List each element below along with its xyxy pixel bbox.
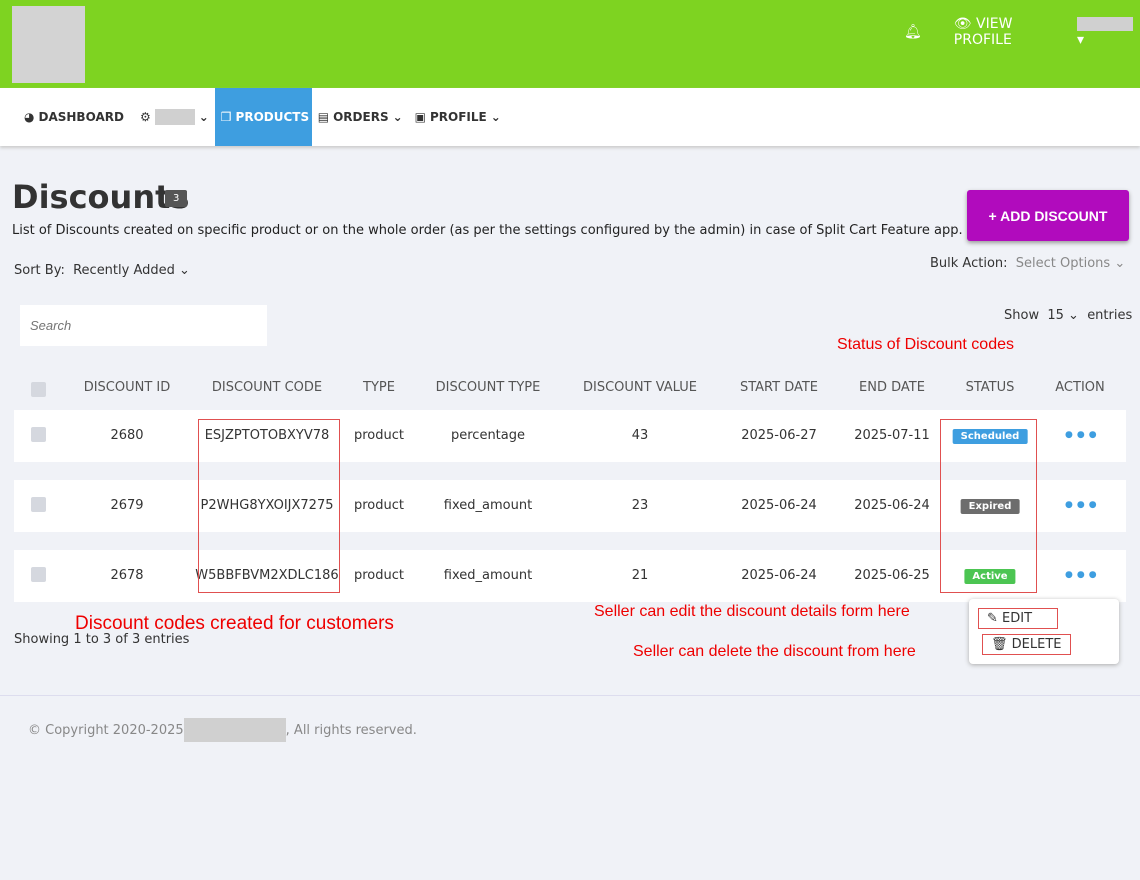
gear-icon: ⚙ xyxy=(139,110,151,124)
top-bar: 🔔︎ 👁︎ VIEW PROFILE ▾ xyxy=(0,0,1140,88)
cell-value: 21 xyxy=(631,568,649,583)
cell-end: 2025-06-25 xyxy=(854,568,930,583)
id-card-icon: ▣ xyxy=(414,110,426,124)
delete-label: DELETE xyxy=(1011,637,1062,652)
delete-menu-item[interactable]: 🗑︎ DELETE xyxy=(982,634,1071,655)
column-header[interactable]: START DATE xyxy=(740,380,818,395)
eye-icon: 👁︎ xyxy=(953,16,972,32)
nav-label: PROFILE xyxy=(430,110,487,124)
bulk-select[interactable]: Select Options xyxy=(1016,256,1110,271)
highlight-status xyxy=(940,419,1037,593)
pencil-icon: ✎ xyxy=(987,611,998,626)
column-header[interactable]: ACTION xyxy=(1055,380,1104,395)
count-badge: 3 xyxy=(165,190,188,207)
copyright: © Copyright 2020-2025 , All rights reserv… xyxy=(28,718,417,742)
dashboard-icon: ◕ xyxy=(24,110,35,124)
cell-id: 2680 xyxy=(110,428,144,443)
nav-settings[interactable]: ⚙ ⌄ xyxy=(134,88,215,146)
more-actions-icon[interactable]: ●●● xyxy=(1065,500,1101,510)
user-menu[interactable]: ▾ xyxy=(1076,16,1140,48)
search-input[interactable] xyxy=(20,305,267,346)
nav-profile[interactable]: ▣ PROFILE ⌄ xyxy=(409,88,507,146)
main-nav: ◕ DASHBOARD ⚙ ⌄ ❒ PRODUCTS ⌄ ▤ ORDERS ⌄ ▣ PROFI… xyxy=(0,88,1140,146)
copyright-prefix: © Copyright 2020-2025 xyxy=(28,722,184,738)
bell-icon[interactable]: 🔔︎ xyxy=(904,24,922,40)
nav-dashboard[interactable]: ◕ DASHBOARD xyxy=(18,88,130,146)
page-description: List of Discounts created on specific pr… xyxy=(12,223,963,238)
annotation-status: Status of Discount codes xyxy=(837,336,1014,353)
cell-type: product xyxy=(353,568,405,583)
cell-id: 2679 xyxy=(110,498,144,513)
annotation-edit: Seller can edit the discount details for… xyxy=(594,603,910,620)
cell-type: product xyxy=(353,428,405,443)
cell-end: 2025-07-11 xyxy=(854,428,930,443)
nav-orders[interactable]: ▤ ORDERS ⌄ xyxy=(312,88,409,146)
chevron-down-icon: ⌄ xyxy=(392,110,403,124)
cell-value: 43 xyxy=(631,428,649,443)
cell-start: 2025-06-27 xyxy=(741,428,817,443)
action-menu: ✎ EDIT 🗑︎ DELETE xyxy=(969,599,1119,664)
bulk-action[interactable]: Bulk Action: Select Options ⌄ xyxy=(930,256,1125,271)
cell-dtype: percentage xyxy=(450,428,526,443)
annotation-delete: Seller can delete the discount from here xyxy=(633,643,916,660)
column-header[interactable]: END DATE xyxy=(859,380,925,395)
cell-start: 2025-06-24 xyxy=(741,568,817,583)
highlight-codes xyxy=(198,419,340,593)
cell-type: product xyxy=(353,498,405,513)
entries-selector[interactable]: Show 15 ⌄ entries xyxy=(1004,308,1132,323)
sort-select[interactable]: Recently Added xyxy=(73,263,175,278)
copyright-suffix: , All rights reserved. xyxy=(285,722,417,738)
edit-label: EDIT xyxy=(1002,611,1033,626)
cell-dtype: fixed_amount xyxy=(443,568,533,583)
chevron-down-icon: ⌄ xyxy=(198,110,209,124)
cell-dtype: fixed_amount xyxy=(443,498,533,513)
entries-label: entries xyxy=(1087,308,1133,323)
trash-icon: 🗑︎ xyxy=(991,637,1008,652)
nav-products[interactable]: ❒ PRODUCTS ⌄ xyxy=(214,88,323,146)
more-actions-icon[interactable]: ●●● xyxy=(1065,430,1101,440)
nav-label: PRODUCTS xyxy=(235,110,310,124)
row-checkbox[interactable] xyxy=(31,427,46,442)
column-header[interactable]: DISCOUNT VALUE xyxy=(583,380,697,395)
sort-label: Sort By: xyxy=(14,263,65,278)
more-actions-icon[interactable]: ●●● xyxy=(1065,570,1101,580)
chevron-down-icon: ⌄ xyxy=(179,263,190,278)
chevron-down-icon: ⌄ xyxy=(1114,256,1126,271)
show-label: Show xyxy=(1004,308,1040,323)
column-header[interactable]: STATUS xyxy=(966,380,1015,395)
cell-value: 23 xyxy=(631,498,649,513)
entries-select[interactable]: 15 xyxy=(1047,308,1064,323)
view-profile-link[interactable]: 👁︎ VIEW PROFILE xyxy=(954,16,1067,48)
edit-menu-item[interactable]: ✎ EDIT xyxy=(978,608,1058,629)
nav-label: ORDERS xyxy=(333,110,389,124)
footer-divider xyxy=(0,695,1140,696)
cell-start: 2025-06-24 xyxy=(741,498,817,513)
select-all-checkbox[interactable] xyxy=(31,382,46,397)
column-header[interactable]: DISCOUNT CODE xyxy=(212,380,322,395)
table-info: Showing 1 to 3 of 3 entries xyxy=(14,632,190,647)
column-header[interactable]: TYPE xyxy=(363,380,395,395)
row-checkbox[interactable] xyxy=(31,497,46,512)
column-header[interactable]: DISCOUNT TYPE xyxy=(436,380,541,395)
page-title: Discounts xyxy=(12,178,190,216)
column-header[interactable]: DISCOUNT ID xyxy=(84,380,171,395)
logo xyxy=(12,6,85,83)
orders-icon: ▤ xyxy=(317,110,330,124)
nav-label: DASHBOARD xyxy=(38,110,124,124)
row-checkbox[interactable] xyxy=(31,567,46,582)
bulk-label: Bulk Action: xyxy=(930,256,1008,271)
sort-by[interactable]: Sort By: Recently Added ⌄ xyxy=(14,263,190,278)
chevron-down-icon: ⌄ xyxy=(490,110,501,124)
cell-id: 2678 xyxy=(110,568,144,583)
box-icon: ❒ xyxy=(220,110,232,124)
cell-end: 2025-06-24 xyxy=(854,498,930,513)
add-discount-button[interactable]: + ADD DISCOUNT xyxy=(967,190,1129,241)
